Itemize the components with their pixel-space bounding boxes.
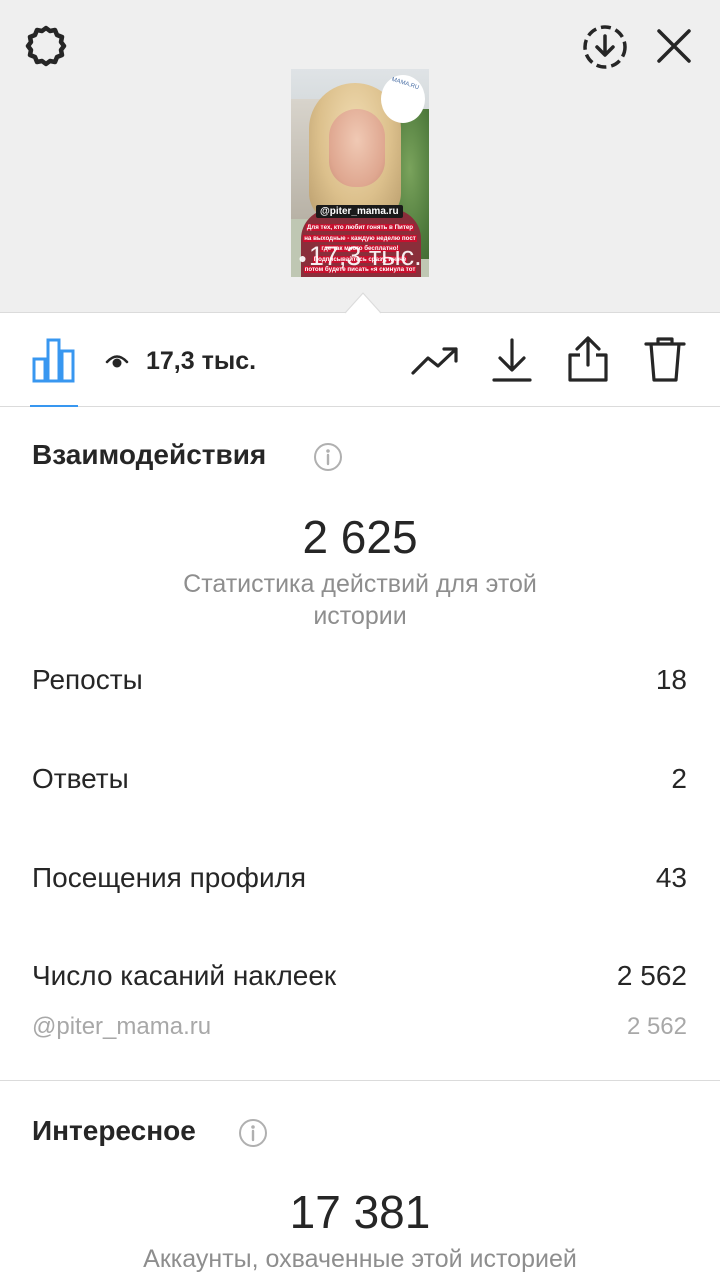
thumbnail-views-count: 17,3 тыс. — [308, 241, 422, 271]
reposts-label: Репосты — [32, 664, 143, 695]
views-count: 17,3 тыс. — [146, 346, 257, 375]
selection-pointer — [345, 292, 381, 314]
profile-visits-value: 43 — [655, 862, 687, 893]
mention-sticker: @piter_mama.ru — [316, 205, 403, 218]
info-icon[interactable] — [238, 1118, 268, 1148]
active-tab-indicator — [30, 405, 78, 407]
story-thumbnail[interactable]: MAMA.RU @piter_mama.ru Для тех, кто люби… — [291, 69, 429, 277]
save-circle-icon — [583, 25, 627, 69]
overlay-line: Для тех, кто любит гонять в Питер — [305, 224, 415, 231]
delete-button[interactable] — [638, 332, 692, 386]
viewers-button[interactable]: 17,3 тыс. — [104, 342, 256, 380]
thumbnail-views-overlay: ●17,3 тыс. — [291, 241, 429, 272]
share-button[interactable] — [562, 332, 614, 386]
info-icon[interactable] — [313, 442, 343, 472]
insights-tab[interactable] — [28, 334, 80, 386]
replies-value: 2 — [671, 763, 687, 794]
bar-chart-icon — [32, 338, 75, 383]
interactions-title: Взаимодействия — [32, 439, 267, 470]
discovery-total: 17 381 — [289, 1186, 431, 1238]
thumbnail-person-face — [329, 109, 385, 187]
save-story-button[interactable] — [578, 20, 632, 74]
sticker-taps-value: 2 562 — [616, 960, 687, 991]
trash-icon — [644, 337, 686, 382]
insights-toolbar: 17,3 тыс. — [0, 314, 720, 407]
replies-label: Ответы — [32, 763, 129, 794]
section-divider — [0, 1080, 720, 1081]
share-icon — [568, 336, 608, 382]
interactions-total: 2 625 — [302, 511, 418, 563]
eye-icon: ● — [298, 249, 307, 266]
discovery-title: Интересное — [32, 1115, 196, 1146]
interactions-caption: Статистика действий для этой истории — [183, 570, 537, 630]
promote-button[interactable] — [408, 336, 462, 386]
discovery-caption: Аккаунты, охваченные этой историей — [143, 1245, 577, 1273]
close-button[interactable] — [648, 20, 700, 72]
sticker-taps-label: Число касаний наклеек — [32, 960, 337, 991]
trending-icon — [411, 347, 458, 375]
download-button[interactable] — [486, 334, 538, 386]
sticker-mention-label: @piter_mama.ru — [32, 1013, 212, 1040]
reposts-value: 18 — [655, 664, 687, 695]
story-preview-area: MAMA.RU @piter_mama.ru Для тех, кто люби… — [0, 0, 720, 314]
download-icon — [492, 338, 532, 382]
sticker-mention-value: 2 562 — [626, 1013, 687, 1040]
profile-visits-label: Посещения профиля — [32, 862, 307, 893]
close-icon — [657, 29, 691, 63]
eye-icon — [104, 342, 130, 380]
gear-icon — [25, 25, 67, 67]
settings-button[interactable] — [18, 20, 74, 76]
